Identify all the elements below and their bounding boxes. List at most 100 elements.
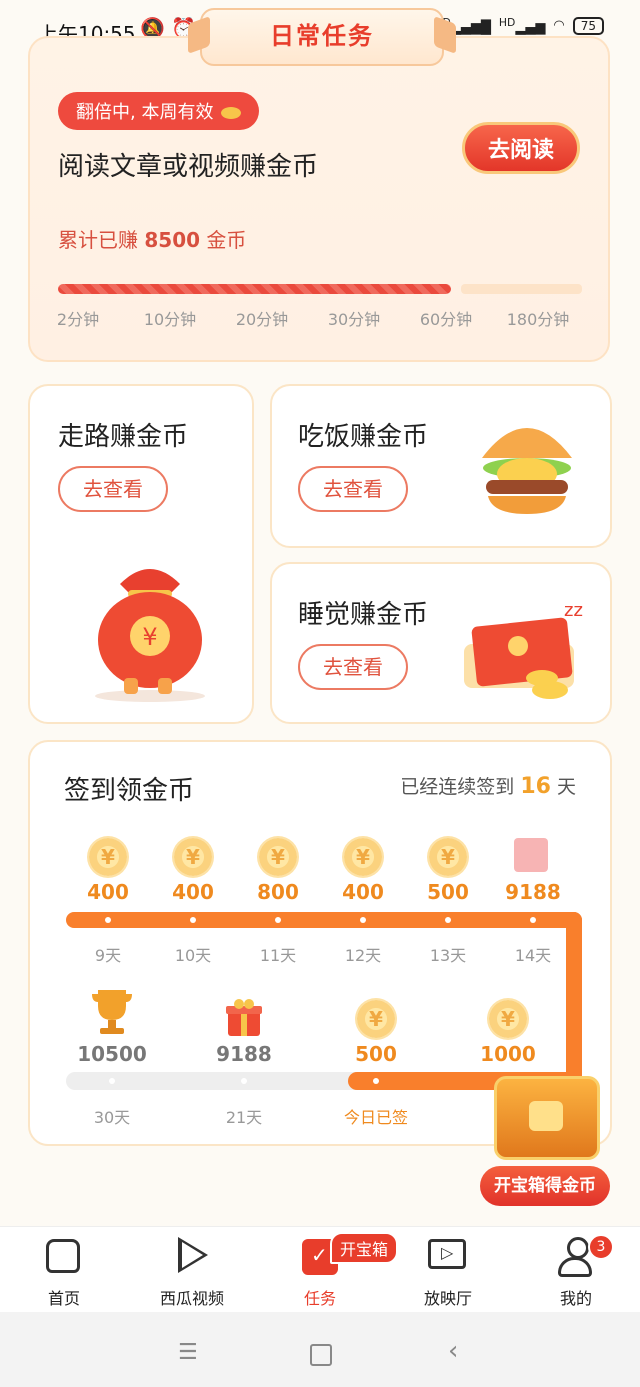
burger-icon — [482, 428, 572, 514]
signin-amount: 10500 — [77, 1042, 147, 1066]
signin-path-connector — [566, 912, 582, 1088]
progress-tick: 20分钟 — [235, 310, 289, 329]
nav-item-3[interactable]: 放映厅 — [384, 1227, 512, 1313]
path-dot — [445, 917, 451, 923]
walk-view-button[interactable]: 去查看 — [58, 466, 168, 512]
wifi-icon: ◠ — [553, 18, 565, 34]
svg-text:zz: zz — [564, 600, 583, 621]
signin-day: 9天 — [94, 946, 122, 965]
nav-label: 西瓜视频 — [159, 1289, 224, 1308]
sleep-view-button[interactable]: 去查看 — [298, 644, 408, 690]
path-dot — [360, 917, 366, 923]
nav-item-4[interactable]: 我的 — [512, 1227, 640, 1313]
eat-title: 吃饭赚金币 — [298, 422, 429, 452]
sleep-title: 睡觉赚金币 — [298, 600, 429, 630]
chest-lock-icon — [529, 1101, 563, 1131]
path-dot — [373, 1078, 379, 1084]
earned-value: 8500 — [144, 228, 201, 252]
nav-label: 我的 — [559, 1289, 592, 1308]
tv-icon — [428, 1239, 466, 1269]
signin-path-row1 — [66, 912, 582, 928]
signin-title: 签到领金币 — [64, 776, 195, 806]
signin-amount: 500 — [355, 1042, 397, 1066]
signin-day: 10天 — [174, 946, 212, 965]
treasure-chest-icon[interactable] — [494, 1076, 600, 1160]
reading-card: 翻倍中, 本周有效 阅读文章或视频赚金币 去阅读 累计已赚 8500 金币 2分… — [28, 36, 610, 362]
status-right-icons: HD▂▄▆█ HD▂▄▆ ◠ 75 — [434, 16, 604, 35]
progress-tick: 30分钟 — [327, 310, 381, 329]
battery-icon: 75 — [572, 16, 604, 35]
nav-item-0[interactable]: 首页 — [0, 1227, 128, 1313]
path-dot — [105, 917, 111, 923]
home-icon — [46, 1239, 80, 1273]
progress-tick: 10分钟 — [143, 310, 197, 329]
reading-title: 阅读文章或视频赚金币 — [58, 152, 319, 182]
nav-label: 任务 — [303, 1289, 336, 1308]
svg-text:¥: ¥ — [142, 623, 157, 651]
menu-icon[interactable]: ☰ — [178, 1340, 198, 1365]
bottom-nav: 首页 西瓜视频 任务 放映厅 我的 — [0, 1226, 640, 1313]
trophy-icon — [90, 986, 134, 1036]
path-dot — [530, 917, 536, 923]
progress-fill — [58, 284, 451, 294]
walk-card[interactable]: 走路赚金币 去查看 ¥ — [28, 384, 254, 724]
page-title: 日常任务 — [200, 8, 444, 66]
signin-amount: 1000 — [480, 1042, 536, 1066]
progress-tick: 60分钟 — [419, 310, 473, 329]
sleep-card[interactable]: 睡觉赚金币 去查看 zz — [270, 562, 612, 724]
coin-icon: ¥ — [489, 1000, 527, 1038]
gift-icon — [514, 838, 548, 872]
back-icon[interactable]: ‹ — [448, 1336, 458, 1366]
coin-icon: ¥ — [89, 838, 127, 876]
open-chest-button[interactable]: 开宝箱得金币 — [480, 1166, 610, 1206]
streak-days: 16 — [520, 774, 551, 799]
coin-icon: ¥ — [344, 838, 382, 876]
chest-badge: 开宝箱 — [330, 1232, 399, 1264]
earned-text: 累计已赚 8500 金币 — [58, 228, 247, 252]
signin-day: 14天 — [514, 946, 552, 965]
signin-amount: 400 — [172, 880, 214, 904]
signal-icon-2: HD▂▄▆ — [498, 16, 546, 36]
coin-icon: ¥ — [429, 838, 467, 876]
gift-icon — [226, 998, 262, 1042]
signin-day: 21天 — [225, 1108, 263, 1127]
profile-badge: 3 — [588, 1234, 614, 1260]
signin-amount: 500 — [427, 880, 469, 904]
play-icon — [178, 1237, 208, 1273]
signin-amount: 400 — [342, 880, 384, 904]
signin-day: 12天 — [344, 946, 382, 965]
walk-title: 走路赚金币 — [58, 422, 189, 452]
double-badge: 翻倍中, 本周有效 — [58, 92, 260, 130]
signin-amount: 9188 — [216, 1042, 272, 1066]
red-envelope-icon: zz — [464, 600, 583, 699]
signin-streak: 已经连续签到 16 天 — [400, 774, 576, 799]
path-dot — [241, 1078, 247, 1084]
money-bag-icon: ¥ — [95, 569, 205, 702]
eat-view-button[interactable]: 去查看 — [298, 466, 408, 512]
path-dot — [109, 1078, 115, 1084]
go-read-button[interactable]: 去阅读 — [462, 122, 580, 174]
eat-card[interactable]: 吃饭赚金币 去查看 — [270, 384, 612, 548]
signin-amount: 400 — [87, 880, 129, 904]
coin-icon: ¥ — [174, 838, 212, 876]
signin-amount: 800 — [257, 880, 299, 904]
nav-label: 首页 — [47, 1289, 80, 1308]
path-dot — [275, 917, 281, 923]
signin-day: 30天 — [93, 1108, 131, 1127]
progress-remaining — [461, 284, 582, 294]
user-icon — [558, 1237, 592, 1277]
progress-tick: 2分钟 — [56, 310, 100, 329]
nav-item-1[interactable]: 西瓜视频 — [128, 1227, 256, 1313]
signin-amount: 9188 — [505, 880, 561, 904]
nav-label: 放映厅 — [423, 1289, 472, 1308]
coin-icon: ¥ — [259, 838, 297, 876]
progress-tick: 180分钟 — [506, 310, 570, 329]
coin-icon: ¥ — [357, 1000, 395, 1038]
coin-icon — [221, 107, 242, 119]
home-square-icon[interactable] — [310, 1344, 332, 1366]
reading-progress — [58, 284, 582, 294]
system-nav-bar: ☰ ‹ — [0, 1312, 640, 1387]
signin-day: 11天 — [259, 946, 297, 965]
signin-day: 13天 — [429, 946, 467, 965]
path-dot — [190, 917, 196, 923]
